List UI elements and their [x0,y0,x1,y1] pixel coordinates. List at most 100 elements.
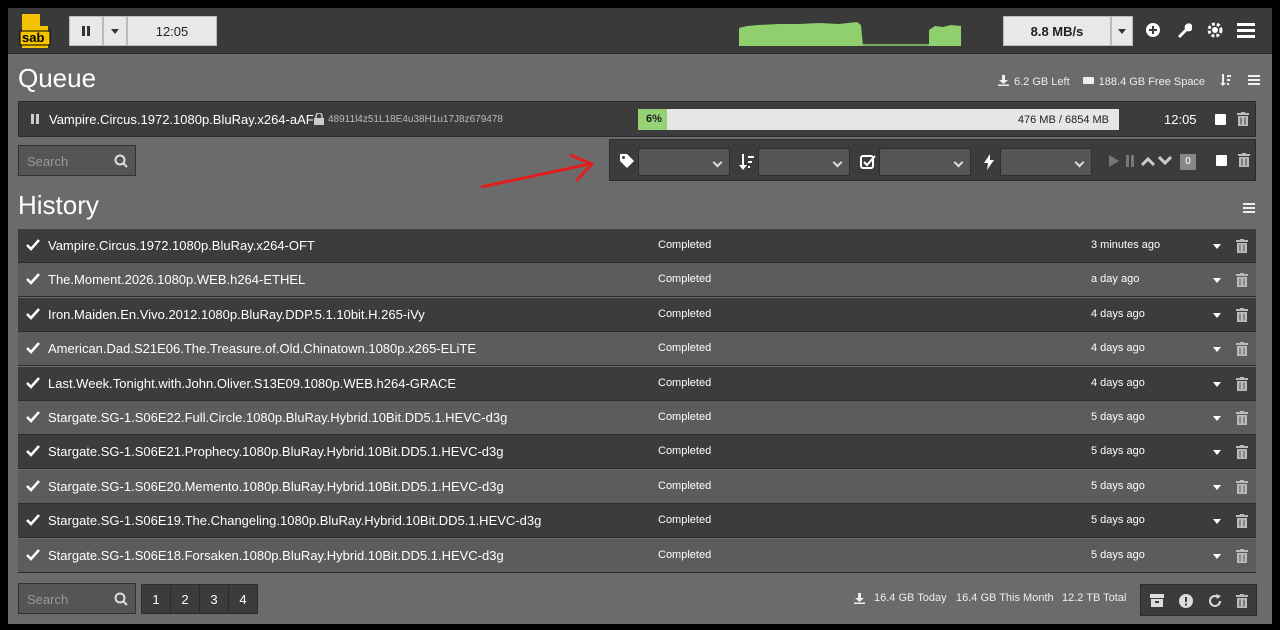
trash-icon[interactable] [1236,445,1248,460]
priority-sort-icon [739,154,754,170]
queue-item-name[interactable]: Vampire.Circus.1972.1080p.BluRay.x264-aA… [49,112,314,127]
progress-bar: 6% 476 MB / 6854 MB [638,109,1119,130]
history-item-status: Completed [658,376,712,389]
history-row[interactable]: Stargate.SG-1.S06E22.Full.Circle.1080p.B… [18,401,1256,435]
pause-duration-dropdown[interactable] [103,16,127,46]
caret-down-icon [111,28,119,34]
history-search-input[interactable]: Search [18,583,136,614]
history-actions [1140,584,1257,616]
trash-icon[interactable] [1236,411,1248,425]
queue-stats: 6.2 GB Left 188.4 GB Free Space [998,74,1261,89]
archive-icon[interactable] [1150,594,1164,607]
page-4-button[interactable]: 4 [228,584,258,614]
row-dropdown-icon[interactable] [1213,381,1221,387]
history-item-name[interactable]: American.Dad.S21E06.The.Treasure.of.Old.… [48,341,476,356]
bolt-icon [984,154,994,170]
history-row[interactable]: Stargate.SG-1.S06E19.The.Changeling.1080… [18,504,1256,539]
page-2-button[interactable]: 2 [170,584,200,614]
row-dropdown-icon[interactable] [1213,312,1221,318]
history-item-name[interactable]: The.Moment.2026.1080p.WEB.h264-ETHEL [48,272,305,287]
history-item-name[interactable]: Iron.Maiden.En.Vivo.2012.1080p.BluRay.DD… [48,307,425,322]
menu-button[interactable] [1236,20,1256,40]
history-item-name[interactable]: Stargate.SG-1.S06E22.Full.Circle.1080p.B… [48,410,507,425]
trash-icon[interactable] [1236,376,1248,391]
check-square-icon [860,155,876,169]
history-item-time: 5 days ago [1091,479,1145,492]
sab-logo[interactable]: sab [18,14,52,48]
trash-icon[interactable] [1236,594,1248,608]
check-icon [26,479,40,492]
free-space: 188.4 GB Free Space [1098,75,1206,88]
history-row[interactable]: Last.Week.Tonight.with.John.Oliver.S13E0… [18,366,1256,401]
add-nzb-button[interactable] [1143,20,1163,40]
page-1-button[interactable]: 1 [141,584,171,614]
download-icon [998,74,1009,89]
script-select[interactable] [1000,148,1092,176]
history-item-name[interactable]: Last.Week.Tonight.with.John.Oliver.S13E0… [48,376,456,391]
history-row[interactable]: Stargate.SG-1.S06E20.Memento.1080p.BluRa… [18,469,1256,504]
history-row[interactable]: Stargate.SG-1.S06E21.Prophecy.1080p.BluR… [18,435,1256,470]
refresh-icon[interactable] [1208,594,1222,608]
history-item-name[interactable]: Stargate.SG-1.S06E19.The.Changeling.1080… [48,513,541,528]
exclamation-icon[interactable] [1179,594,1193,608]
queue-options-icon[interactable] [1248,75,1261,88]
search-icon [114,154,128,168]
item-pause-icon[interactable] [31,114,39,124]
history-item-status: Completed [658,239,712,251]
history-item-time: 5 days ago [1091,445,1145,458]
row-dropdown-icon[interactable] [1213,553,1221,559]
pause-button[interactable] [69,16,103,46]
queue-item-checkbox[interactable] [1215,114,1226,125]
history-item-name[interactable]: Vampire.Circus.1972.1080p.BluRay.x264-OF… [48,238,315,253]
settings-button[interactable] [1205,20,1225,40]
sort-icon[interactable] [1220,74,1232,89]
history-item-status: Completed [658,548,712,561]
trash-icon[interactable] [1238,153,1250,167]
chevron-up-icon[interactable] [1141,156,1155,166]
select-all-checkbox[interactable] [1216,155,1227,166]
row-dropdown-icon[interactable] [1213,347,1221,353]
downloaded-total: 12.2 TB Total [1062,592,1127,604]
chevron-down-icon[interactable] [1158,156,1172,166]
queue-search-placeholder: Search [27,154,69,169]
history-row[interactable]: Stargate.SG-1.S06E18.Forsaken.1080p.BluR… [18,538,1256,573]
queue-search-input[interactable]: Search [18,145,136,176]
history-item-time: a day ago [1091,273,1140,286]
row-dropdown-icon[interactable] [1213,450,1221,456]
trash-icon[interactable] [1236,548,1248,563]
trash-icon[interactable] [1236,514,1248,529]
history-row[interactable]: American.Dad.S21E06.The.Treasure.of.Old.… [18,332,1256,367]
history-item-time: 5 days ago [1091,548,1145,561]
history-item-status: Completed [658,445,712,458]
priority-select[interactable] [758,148,850,176]
row-dropdown-icon[interactable] [1213,416,1221,421]
speed-limit-dropdown[interactable] [1111,16,1133,46]
history-item-name[interactable]: Stargate.SG-1.S06E20.Memento.1080p.BluRa… [48,479,504,494]
post-processing-select[interactable] [879,148,971,176]
progress-size: 476 MB / 6854 MB [1017,114,1109,126]
history-item-name[interactable]: Stargate.SG-1.S06E18.Forsaken.1080p.BluR… [48,548,504,563]
trash-icon[interactable] [1236,239,1248,253]
page-3-button[interactable]: 3 [199,584,229,614]
category-select[interactable] [638,148,730,176]
row-dropdown-icon[interactable] [1213,278,1221,284]
trash-icon[interactable] [1236,307,1248,322]
row-dropdown-icon[interactable] [1213,244,1221,249]
trash-icon[interactable] [1237,112,1249,126]
caret-down-icon [1118,28,1126,34]
config-wrench-button[interactable] [1174,20,1194,40]
history-row[interactable]: The.Moment.2026.1080p.WEB.h264-ETHEL Comp… [18,263,1256,298]
check-icon [26,411,40,423]
pause-small-icon[interactable] [1126,155,1134,167]
play-icon[interactable] [1109,155,1119,167]
trash-icon[interactable] [1236,342,1248,357]
history-item-name[interactable]: Stargate.SG-1.S06E21.Prophecy.1080p.BluR… [48,444,503,459]
trash-icon[interactable] [1236,273,1248,288]
row-dropdown-icon[interactable] [1213,484,1221,490]
history-row[interactable]: Vampire.Circus.1972.1080p.BluRay.x264-OF… [18,229,1256,263]
history-options-icon[interactable] [1243,203,1255,213]
trash-icon[interactable] [1236,479,1248,494]
row-dropdown-icon[interactable] [1213,519,1221,525]
history-row[interactable]: Iron.Maiden.En.Vivo.2012.1080p.BluRay.DD… [18,297,1256,332]
speed-limit-display[interactable]: 8.8 MB/s [1003,16,1111,46]
